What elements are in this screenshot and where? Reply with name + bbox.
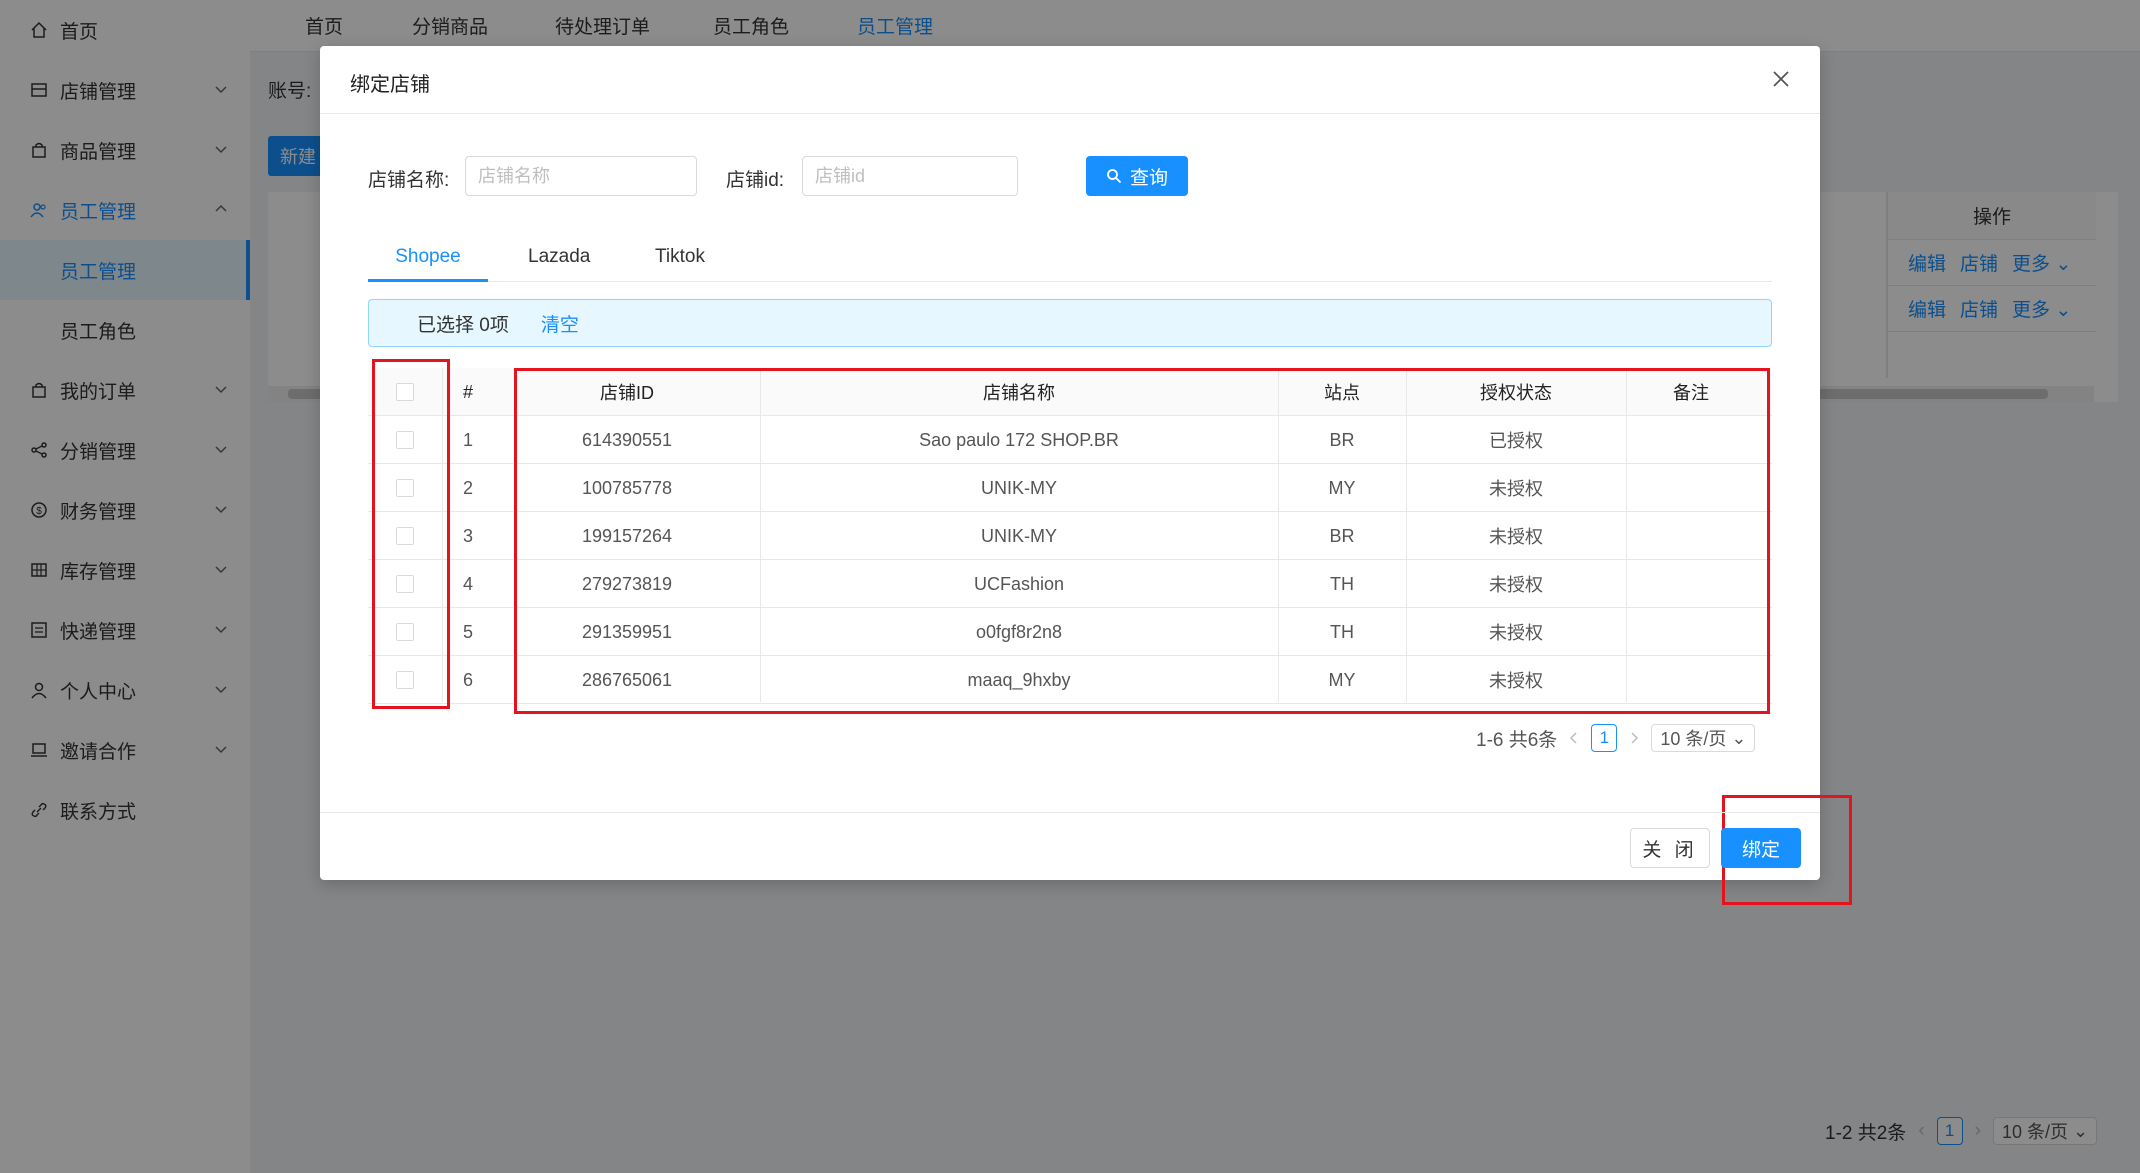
highlight-box-checkboxes [372,359,450,709]
clear-selection-link[interactable]: 清空 [541,310,579,337]
modal-pagination: 1-6 共6条 1 10 条/页 ⌄ [1476,722,1756,754]
modal-header: 绑定店铺 [320,46,1820,114]
query-button[interactable]: 查询 [1086,156,1188,196]
pagination-total: 1-6 共6条 [1476,729,1558,751]
page-size-select[interactable]: 10 条/页 ⌄ [1651,724,1756,752]
tab-lazada[interactable]: Lazada [528,232,590,282]
platform-tabs: Shopee Lazada Tiktok [368,232,1772,282]
page-number[interactable]: 1 [1591,724,1618,752]
close-button[interactable]: 关 闭 [1630,828,1710,868]
next-page-icon[interactable] [1627,731,1641,745]
shop-name-input[interactable] [465,156,697,196]
modal-footer [320,812,1820,880]
query-button-label: 查询 [1129,167,1168,189]
tab-tiktok[interactable]: Tiktok [655,232,705,282]
bind-button[interactable]: 绑定 [1721,828,1801,868]
modal-title: 绑定店铺 [350,74,430,96]
prev-page-icon[interactable] [1567,731,1581,745]
shop-id-label: 店铺id: [726,170,785,191]
bind-store-modal: 绑定店铺 店铺名称: 店铺id: 查询 Shopee Lazada Tiktok… [320,46,1852,905]
shop-id-input[interactable] [802,156,1018,196]
close-icon[interactable] [1772,70,1790,88]
selected-count: 已选择 0项 [417,314,509,336]
tab-shopee[interactable]: Shopee [368,232,488,282]
highlight-box-table [514,368,1770,714]
shop-name-label: 店铺名称: [368,170,450,191]
search-icon [1107,169,1122,184]
selection-info-bar: 已选择 0项 清空 [368,299,1772,347]
